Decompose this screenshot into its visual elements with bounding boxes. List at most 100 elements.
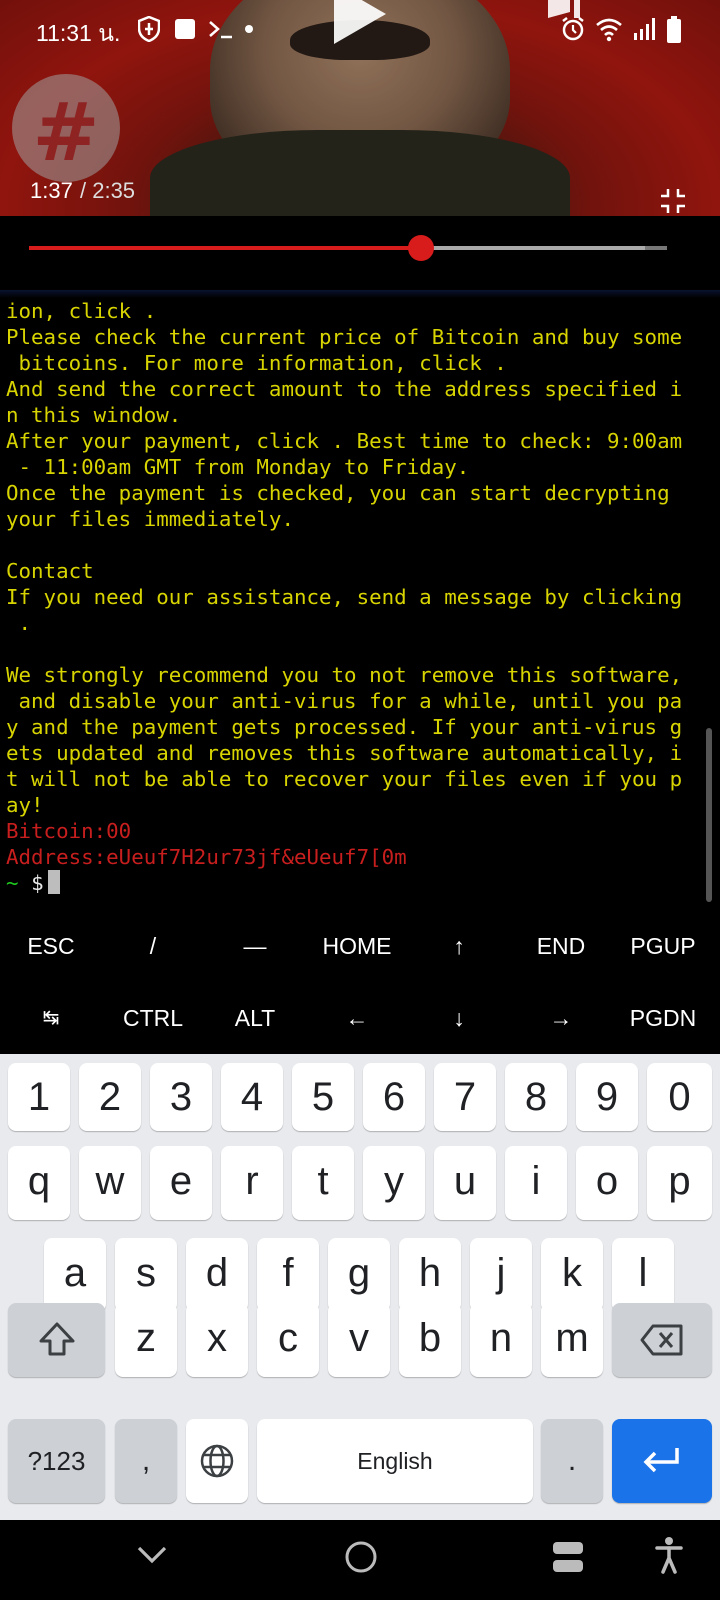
key-k[interactable]: k	[541, 1238, 603, 1312]
soft-keyboard: 1 2 3 4 5 6 7 8 9 0 q w e r t y u i o p …	[0, 1054, 720, 1520]
terminal-line: After your payment, click . Best time to…	[6, 429, 683, 453]
extra-key-tab[interactable]: ↹	[0, 982, 102, 1054]
bitcoin-address-line: Address:eUeuf7H2ur73jf&eUeuf7[0m	[6, 845, 407, 869]
key-1[interactable]: 1	[8, 1063, 70, 1131]
key-0[interactable]: 0	[647, 1063, 712, 1131]
prompt-tilde: ~	[6, 871, 19, 895]
key-5[interactable]: 5	[292, 1063, 354, 1131]
key-r[interactable]: r	[221, 1146, 283, 1220]
key-m[interactable]: m	[541, 1303, 603, 1377]
extra-key-slash[interactable]: /	[102, 910, 204, 982]
key-u[interactable]: u	[434, 1146, 496, 1220]
key-t[interactable]: t	[292, 1146, 354, 1220]
alarm-icon	[562, 17, 584, 41]
square-notification-icon	[175, 19, 195, 39]
key-e[interactable]: e	[150, 1146, 212, 1220]
key-l[interactable]: l	[612, 1238, 674, 1312]
terminal-line: Contact	[6, 559, 94, 583]
key-y[interactable]: y	[363, 1146, 425, 1220]
space-key[interactable]: English	[257, 1419, 533, 1503]
extra-key-esc[interactable]: ESC	[0, 910, 102, 982]
key-a[interactable]: a	[44, 1238, 106, 1312]
seek-thumb[interactable]	[408, 235, 435, 261]
terminal-line: - 11:00am GMT from Monday to Friday.	[6, 455, 470, 479]
key-w[interactable]: w	[79, 1146, 141, 1220]
extra-key-ctrl[interactable]: CTRL	[102, 982, 204, 1054]
home-circle-icon[interactable]	[344, 1540, 378, 1574]
shift-key[interactable]	[8, 1303, 105, 1377]
key-7[interactable]: 7	[434, 1063, 496, 1131]
terminal-view[interactable]: ion, click . Please check the current pr…	[0, 290, 720, 910]
extra-key-end[interactable]: END	[510, 910, 612, 982]
symbols-key[interactable]: ?123	[8, 1419, 105, 1503]
status-bar: 11:31 น.	[0, 0, 720, 60]
extra-keys-bar: ESC / — HOME ↑ END PGUP ↹ CTRL ALT ← ↓ →…	[0, 910, 720, 1054]
video-current-time: 1:37	[30, 178, 73, 203]
terminal-line: Please check the current price of Bitcoi…	[6, 325, 683, 349]
key-2[interactable]: 2	[79, 1063, 141, 1131]
exit-fullscreen-icon[interactable]	[660, 188, 686, 214]
terminal-scrollbar[interactable]	[706, 728, 712, 902]
extra-key-alt[interactable]: ALT	[204, 982, 306, 1054]
extra-key-dash[interactable]: —	[204, 910, 306, 982]
enter-key[interactable]	[612, 1419, 712, 1503]
terminal-icon	[209, 21, 232, 39]
key-x[interactable]: x	[186, 1303, 248, 1377]
key-i[interactable]: i	[505, 1146, 567, 1220]
terminal-line: ion, click .	[6, 299, 157, 323]
seek-bar-area	[0, 216, 720, 290]
terminal-line: .	[6, 611, 32, 635]
signal-icon	[634, 18, 655, 40]
key-p[interactable]: p	[647, 1146, 712, 1220]
terminal-line: your files immediately.	[6, 507, 294, 531]
wifi-icon	[596, 18, 622, 42]
key-f[interactable]: f	[257, 1238, 319, 1312]
key-4[interactable]: 4	[221, 1063, 283, 1131]
key-g[interactable]: g	[328, 1238, 390, 1312]
seek-bar[interactable]	[29, 235, 667, 261]
terminal-line: y and the payment gets processed. If you…	[6, 715, 683, 739]
shield-icon	[138, 16, 160, 42]
terminal-line: t will not be able to recover your files…	[6, 767, 683, 791]
extra-key-left[interactable]: ←	[306, 982, 408, 1054]
terminal-line: and disable your anti-virus for a while,…	[6, 689, 683, 713]
terminal-line: n this window.	[6, 403, 182, 427]
key-d[interactable]: d	[186, 1238, 248, 1312]
dot-icon	[245, 25, 253, 33]
accessibility-icon[interactable]	[654, 1536, 684, 1574]
key-n[interactable]: n	[470, 1303, 532, 1377]
channel-logo: #	[12, 74, 120, 182]
key-6[interactable]: 6	[363, 1063, 425, 1131]
key-v[interactable]: v	[328, 1303, 390, 1377]
extra-key-pgup[interactable]: PGUP	[612, 910, 714, 982]
key-3[interactable]: 3	[150, 1063, 212, 1131]
recents-icon[interactable]	[552, 1540, 584, 1574]
key-b[interactable]: b	[399, 1303, 461, 1377]
key-8[interactable]: 8	[505, 1063, 567, 1131]
key-z[interactable]: z	[115, 1303, 177, 1377]
period-key[interactable]: .	[541, 1419, 603, 1503]
navigation-bar	[0, 1520, 720, 1600]
chevron-down-icon[interactable]	[136, 1544, 168, 1566]
extra-key-pgdn[interactable]: PGDN	[612, 982, 714, 1054]
key-q[interactable]: q	[8, 1146, 70, 1220]
key-o[interactable]: o	[576, 1146, 638, 1220]
terminal-line: If you need our assistance, send a messa…	[6, 585, 683, 609]
extra-key-right[interactable]: →	[510, 982, 612, 1054]
extra-key-home[interactable]: HOME	[306, 910, 408, 982]
extra-key-down[interactable]: ↓	[408, 982, 510, 1054]
language-key[interactable]	[186, 1419, 248, 1503]
bitcoin-amount-line: Bitcoin:00	[6, 819, 132, 843]
terminal-cursor[interactable]	[47, 870, 60, 894]
key-c[interactable]: c	[257, 1303, 319, 1377]
comma-key[interactable]: ,	[115, 1419, 177, 1503]
key-9[interactable]: 9	[576, 1063, 638, 1131]
key-s[interactable]: s	[115, 1238, 177, 1312]
backspace-key[interactable]	[612, 1303, 712, 1377]
key-j[interactable]: j	[470, 1238, 532, 1312]
prompt-dollar: $	[31, 871, 44, 895]
extra-key-up[interactable]: ↑	[408, 910, 510, 982]
globe-icon	[200, 1444, 234, 1478]
seek-played	[29, 246, 422, 250]
key-h[interactable]: h	[399, 1238, 461, 1312]
